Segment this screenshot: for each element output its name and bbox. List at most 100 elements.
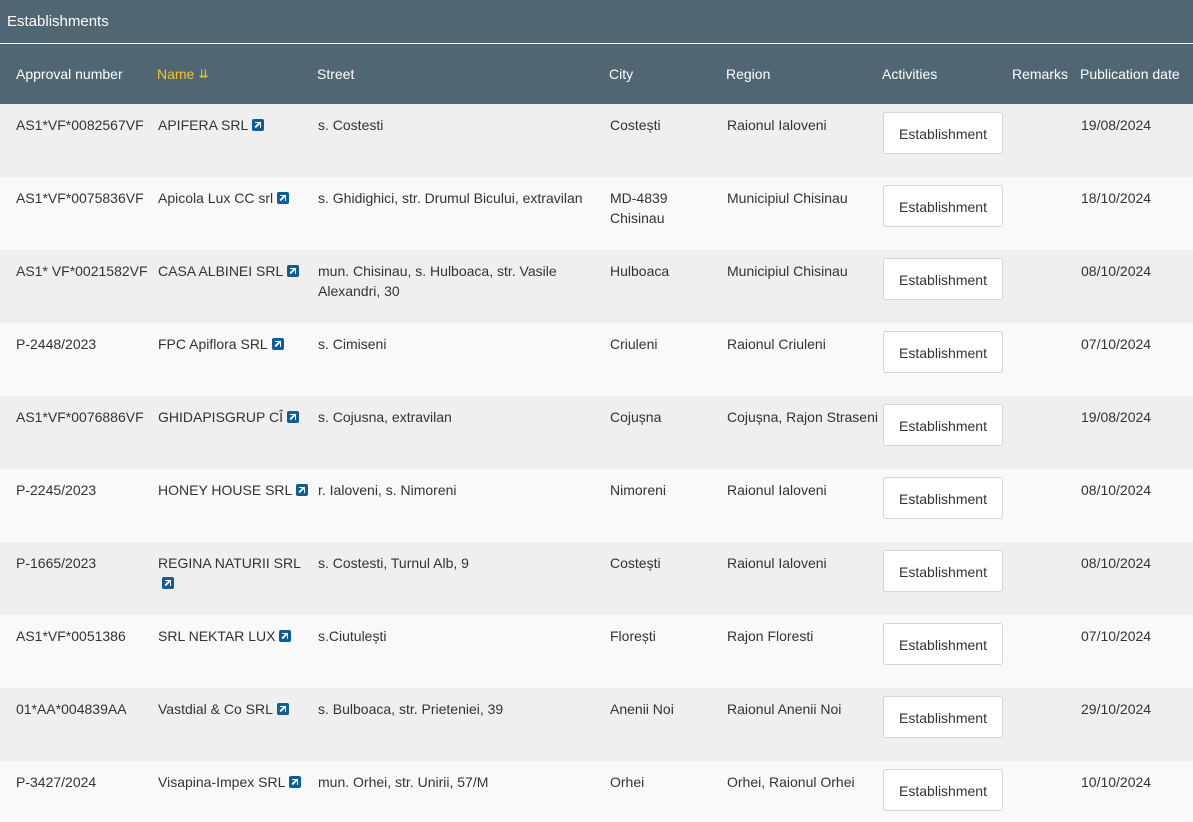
table-row: AS1* VF*0021582VF CASA ALBINEI SRL mun. Ch… xyxy=(0,250,1193,323)
table-row: AS1*VF*0082567VF APIFERA SRL s. Costesti Co… xyxy=(0,104,1193,177)
column-header-publication-date[interactable]: Publication date xyxy=(1080,44,1193,104)
approval-number-cell: 01*AA*004839AA xyxy=(0,688,157,761)
publication-date-cell: 19/08/2024 xyxy=(1080,104,1193,177)
establishment-button[interactable]: Establishment xyxy=(883,258,1003,300)
street-cell: r. Ialoveni, s. Nimoreni xyxy=(317,469,609,542)
name-cell: GHIDAPISGRUP CÎ xyxy=(157,396,317,469)
street-cell: mun. Chisinau, s. Hulboaca, str. Vasile … xyxy=(317,250,609,323)
name-cell: Vastdial & Co SRL xyxy=(157,688,317,761)
establishment-name-link[interactable]: APIFERA SRL xyxy=(158,117,248,133)
name-cell: HONEY HOUSE SRL xyxy=(157,469,317,542)
establishment-name-link[interactable]: FPC Apiflora SRL xyxy=(158,336,268,352)
external-link-icon[interactable] xyxy=(252,119,265,131)
establishment-button[interactable]: Establishment xyxy=(883,696,1003,738)
external-link-icon[interactable] xyxy=(279,630,292,642)
approval-number-cell: AS1*VF*0051386 xyxy=(0,615,157,688)
region-cell: Raionul Ialoveni xyxy=(726,469,882,542)
establishments-table: Approval number Name ⇊ Street City Region… xyxy=(0,44,1193,822)
name-cell: FPC Apiflora SRL xyxy=(157,323,317,396)
column-header-approval-number[interactable]: Approval number xyxy=(0,44,157,104)
publication-date-cell: 19/08/2024 xyxy=(1080,396,1193,469)
external-link-icon[interactable] xyxy=(289,776,302,788)
activities-cell: Establishment xyxy=(882,469,1012,542)
approval-number-cell: P-3427/2024 xyxy=(0,761,157,822)
region-cell: Raionul Criuleni xyxy=(726,323,882,396)
city-cell: Anenii Noi xyxy=(609,688,726,761)
remarks-cell xyxy=(1012,469,1080,542)
approval-number-cell: P-1665/2023 xyxy=(0,542,157,615)
column-header-street[interactable]: Street xyxy=(317,44,609,104)
establishment-button[interactable]: Establishment xyxy=(883,331,1003,373)
establishment-button[interactable]: Establishment xyxy=(883,185,1003,227)
establishment-button[interactable]: Establishment xyxy=(883,477,1003,519)
region-cell: Raionul Anenii Noi xyxy=(726,688,882,761)
external-link-icon[interactable] xyxy=(162,577,174,589)
city-cell: Orhei xyxy=(609,761,726,822)
remarks-cell xyxy=(1012,542,1080,615)
city-cell: Cojușna xyxy=(609,396,726,469)
column-header-name[interactable]: Name ⇊ xyxy=(157,44,317,104)
establishment-button[interactable]: Establishment xyxy=(883,769,1003,811)
external-link-icon[interactable] xyxy=(276,703,289,715)
street-cell: mun. Orhei, str. Unirii, 57/M xyxy=(317,761,609,822)
publication-date-cell: 08/10/2024 xyxy=(1080,469,1193,542)
street-cell: s. Cimiseni xyxy=(317,323,609,396)
establishment-name-link[interactable]: Apicola Lux CC srl xyxy=(158,190,273,206)
establishment-button[interactable]: Establishment xyxy=(883,623,1003,665)
table-row: P-2245/2023 HONEY HOUSE SRL r. Ialoveni, s… xyxy=(0,469,1193,542)
street-cell: s. Cojusna, extravilan xyxy=(317,396,609,469)
external-link-icon[interactable] xyxy=(271,338,284,350)
region-cell: Raionul Ialoveni xyxy=(726,104,882,177)
activities-cell: Establishment xyxy=(882,250,1012,323)
street-cell: s. Bulboaca, str. Prieteniei, 39 xyxy=(317,688,609,761)
establishment-name-link[interactable]: GHIDAPISGRUP CÎ xyxy=(158,409,283,425)
remarks-cell xyxy=(1012,396,1080,469)
establishment-name-link[interactable]: Vastdial & Co SRL xyxy=(158,701,273,717)
publication-date-cell: 08/10/2024 xyxy=(1080,542,1193,615)
establishment-name-link[interactable]: CASA ALBINEI SRL xyxy=(158,263,283,279)
remarks-cell xyxy=(1012,177,1080,250)
remarks-cell xyxy=(1012,761,1080,822)
table-row: AS1*VF*0051386 SRL NEKTAR LUX s.Ciutulești… xyxy=(0,615,1193,688)
table-row: AS1*VF*0075836VF Apicola Lux CC srl s. Ghi… xyxy=(0,177,1193,250)
approval-number-cell: P-2245/2023 xyxy=(0,469,157,542)
table-row: 01*AA*004839AA Vastdial & Co SRL s. Bulboa… xyxy=(0,688,1193,761)
external-link-icon[interactable] xyxy=(277,192,290,204)
region-cell: Rajon Floresti xyxy=(726,615,882,688)
activities-cell: Establishment xyxy=(882,615,1012,688)
establishment-button[interactable]: Establishment xyxy=(883,112,1003,154)
establishment-button[interactable]: Establishment xyxy=(883,550,1003,592)
publication-date-cell: 08/10/2024 xyxy=(1080,250,1193,323)
activities-cell: Establishment xyxy=(882,542,1012,615)
sort-descending-icon[interactable]: ⇊ xyxy=(198,64,208,84)
table-header-row: Approval number Name ⇊ Street City Region… xyxy=(0,44,1193,104)
column-header-activities[interactable]: Activities xyxy=(882,44,1012,104)
external-link-icon[interactable] xyxy=(287,265,300,277)
establishment-button[interactable]: Establishment xyxy=(883,404,1003,446)
city-cell: Criuleni xyxy=(609,323,726,396)
external-link-icon[interactable] xyxy=(296,484,309,496)
establishment-name-link[interactable]: SRL NEKTAR LUX xyxy=(158,628,275,644)
city-cell: Costești xyxy=(609,104,726,177)
establishment-name-link[interactable]: HONEY HOUSE SRL xyxy=(158,482,292,498)
remarks-cell xyxy=(1012,688,1080,761)
activities-cell: Establishment xyxy=(882,396,1012,469)
column-header-region[interactable]: Region xyxy=(726,44,882,104)
remarks-cell xyxy=(1012,250,1080,323)
establishment-name-link[interactable]: Visapina-Impex SRL xyxy=(158,774,285,790)
region-cell: Orhei, Raionul Orhei xyxy=(726,761,882,822)
table-row: AS1*VF*0076886VF GHIDAPISGRUP CÎ s. Cojusn… xyxy=(0,396,1193,469)
remarks-cell xyxy=(1012,104,1080,177)
approval-number-cell: AS1*VF*0082567VF xyxy=(0,104,157,177)
column-header-remarks[interactable]: Remarks xyxy=(1012,44,1080,104)
activities-cell: Establishment xyxy=(882,688,1012,761)
street-cell: s. Costesti, Turnul Alb, 9 xyxy=(317,542,609,615)
establishment-name-link[interactable]: REGINA NATURII SRL xyxy=(158,555,301,571)
name-cell: Visapina-Impex SRL xyxy=(157,761,317,822)
column-header-city[interactable]: City xyxy=(609,44,726,104)
external-link-icon[interactable] xyxy=(287,411,299,423)
name-cell: Apicola Lux CC srl xyxy=(157,177,317,250)
panel-title: Establishments xyxy=(0,0,1193,44)
name-cell: SRL NEKTAR LUX xyxy=(157,615,317,688)
publication-date-cell: 18/10/2024 xyxy=(1080,177,1193,250)
